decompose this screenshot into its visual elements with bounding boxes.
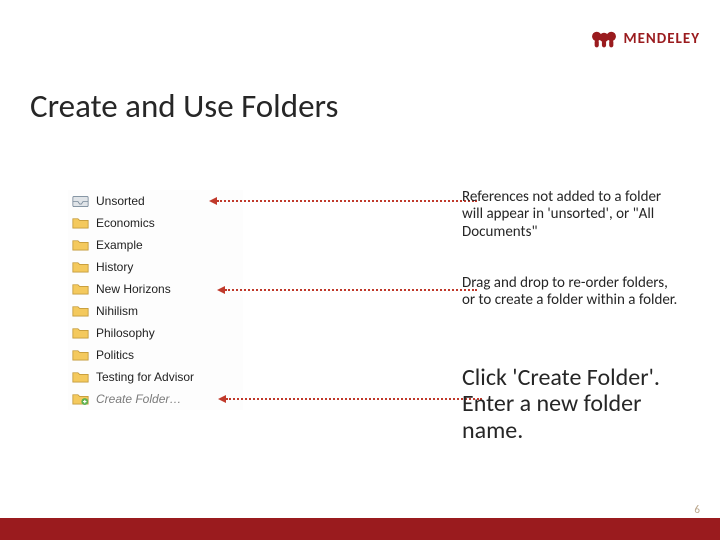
arrow-to-reorder (225, 289, 477, 291)
page-number: 6 (694, 503, 700, 516)
folder-list: Unsorted Economics Example History New H… (68, 190, 243, 410)
folder-icon (72, 238, 89, 252)
annotation-reorder: Drag and drop to re-order folders, or to… (462, 275, 680, 310)
inbox-icon (72, 195, 89, 208)
annotation-unsorted: References not added to a folderwill app… (462, 189, 680, 241)
folder-item[interactable]: Example (68, 234, 243, 256)
folder-item[interactable]: Politics (68, 344, 243, 366)
folder-icon (72, 260, 89, 274)
annotation-create: Click 'Create Folder'. Enter a new folde… (462, 365, 680, 444)
arrow-to-unsorted (217, 200, 477, 202)
folder-label: Politics (96, 348, 134, 362)
create-folder-item[interactable]: Create Folder… (68, 388, 243, 410)
folder-icon (72, 348, 89, 362)
folder-label: Philosophy (96, 326, 155, 340)
brand-name: MENDELEY (623, 30, 700, 48)
folder-item[interactable]: Nihilism (68, 300, 243, 322)
folder-icon (72, 304, 89, 318)
folder-label: New Horizons (96, 282, 171, 296)
footer-bar (0, 518, 720, 540)
folder-item[interactable]: Philosophy (68, 322, 243, 344)
arrow-to-create (226, 398, 482, 400)
folder-label: Testing for Advisor (96, 370, 194, 384)
header-brand: MENDELEY (591, 26, 700, 52)
folder-icon (72, 326, 89, 340)
folder-label: Nihilism (96, 304, 138, 318)
folder-label: History (96, 260, 133, 274)
folder-icon (72, 370, 89, 384)
folder-item[interactable]: Economics (68, 212, 243, 234)
folder-icon (72, 216, 89, 230)
page-title: Create and Use Folders (30, 86, 338, 126)
folder-label: Create Folder… (96, 392, 181, 406)
folder-item[interactable]: Testing for Advisor (68, 366, 243, 388)
folder-item[interactable]: History (68, 256, 243, 278)
folder-icon (72, 282, 89, 296)
folder-create-icon (72, 392, 89, 406)
folder-label: Economics (96, 216, 155, 230)
mendeley-logo-icon (591, 26, 617, 52)
folder-label: Unsorted (96, 194, 145, 208)
folder-label: Example (96, 238, 143, 252)
